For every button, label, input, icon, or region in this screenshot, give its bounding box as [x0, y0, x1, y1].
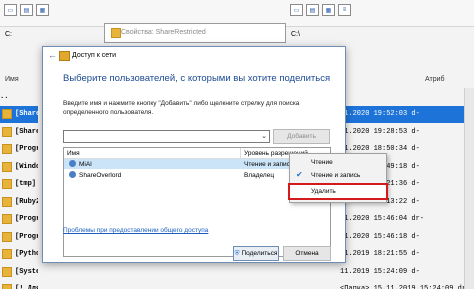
file-row[interactable]: [! Для обмена]	[0, 281, 38, 289]
right-toolbar-icons: ▭ ▤ ▦ ≡	[290, 4, 351, 18]
menu-item-remove[interactable]: Удалить	[288, 183, 388, 200]
drive-icon[interactable]: ▭	[4, 4, 17, 16]
back-arrow-icon[interactable]: ←	[48, 50, 57, 60]
file-row[interactable]: [Progr	[0, 211, 38, 229]
properties-title: Свойства: ShareRestricted	[121, 29, 206, 36]
user-name: MiAl	[79, 161, 92, 168]
menu-item-label: Чтение	[311, 159, 333, 166]
column-divider	[240, 148, 241, 158]
file-row[interactable]: [tmp]	[0, 176, 38, 194]
user-icon	[69, 160, 76, 167]
share-icon	[59, 51, 70, 61]
folder-icon	[2, 109, 12, 120]
menu-item-label: Удалить	[311, 188, 336, 195]
right-attr-header[interactable]: Атриб	[425, 76, 445, 87]
folder-icon	[2, 126, 12, 137]
folder-icon	[2, 214, 12, 225]
dialog-title: Доступ к сети	[72, 52, 117, 59]
view-icon[interactable]: ▦	[36, 4, 49, 16]
dialog-description: Введите имя и нажмите кнопку "Добавить" …	[63, 100, 300, 116]
file-name: [Windo	[15, 162, 38, 171]
user-permission: Владелец	[244, 172, 275, 179]
file-name: [tmp]	[15, 180, 37, 189]
properties-window: Свойства: ShareRestricted	[104, 23, 286, 43]
file-row[interactable]: [Pytho	[0, 246, 38, 264]
file-date: 11.2019 15:24:09 d-	[340, 267, 420, 276]
dialog-heading: Выберите пользователей, с которыми вы хо…	[63, 73, 331, 84]
file-row[interactable]: [Windo	[0, 158, 38, 176]
share-button[interactable]: ⛨ Поделиться	[233, 246, 279, 261]
file-name: [Share	[15, 110, 38, 119]
right-scrollbar[interactable]	[464, 88, 474, 289]
folder-icon	[2, 196, 12, 207]
folder-icon	[2, 284, 12, 289]
dialog-title-bar: ← Доступ к сети	[43, 47, 345, 64]
right-drive-path: C:\	[291, 31, 300, 38]
folder-icon	[2, 266, 12, 277]
folder-icon	[2, 231, 12, 242]
user-name: ShareOverlord	[79, 172, 122, 179]
file-row[interactable]: [Ruby2	[0, 193, 38, 211]
file-row[interactable]: [Progr	[0, 141, 38, 159]
folder-icon	[2, 161, 12, 172]
user-name-combobox[interactable]: ⌄	[63, 130, 270, 143]
menu-item-label: Чтение и запись	[311, 172, 361, 179]
file-date: <Папка> 15.11.2019 15:24:09 dr-	[290, 285, 470, 289]
folder-icon[interactable]: ▤	[306, 4, 319, 16]
folder-icon	[2, 144, 12, 155]
file-row[interactable]: [Share	[0, 123, 38, 141]
drive-icon[interactable]: ▭	[290, 4, 303, 16]
chevron-down-icon[interactable]: ⌄	[261, 132, 267, 140]
file-name: [Pytho	[15, 250, 38, 259]
file-name: [! Для обмена]	[15, 285, 38, 289]
left-toolbar-icons: ▭ ▤ ▦	[4, 4, 49, 18]
file-name: [Progr	[15, 232, 38, 241]
file-row[interactable]: <Папка> 15.11.2019 15:24:09 dr-	[290, 281, 474, 289]
file-name: [Syste	[15, 267, 38, 276]
menu-item-read[interactable]: Чтение	[290, 156, 386, 169]
file-row[interactable]: ..	[0, 88, 38, 106]
file-name: [Progr	[15, 215, 38, 224]
cancel-button[interactable]: Отмена	[283, 246, 331, 261]
file-name: [Share	[15, 127, 38, 136]
view-icon[interactable]: ▦	[322, 4, 335, 16]
user-icon	[69, 171, 76, 178]
menu-separator	[292, 183, 384, 184]
left-file-list: .. [Share [Share [Progr [Windo [tmp] [Ruby2 [Pr…	[0, 88, 38, 289]
checkmark-icon: ✔	[296, 170, 303, 179]
file-name: ..	[0, 92, 9, 101]
name-column-header[interactable]: Имя	[67, 150, 80, 157]
file-row[interactable]: 11.2019 15:24:09 d-	[290, 263, 474, 281]
add-button[interactable]: Добавить	[273, 129, 330, 144]
list-icon[interactable]: ≡	[338, 4, 351, 16]
folder-icon	[2, 249, 12, 260]
share-button-label: Поделиться	[241, 250, 278, 257]
file-row[interactable]: [Syste	[0, 263, 38, 281]
sharing-help-link[interactable]: Проблемы при предоставлении общего досту…	[63, 227, 208, 234]
left-column-header[interactable]: Имя	[5, 76, 19, 87]
shield-icon: ⛨	[234, 249, 240, 257]
folder-icon	[2, 179, 12, 190]
file-row[interactable]: [Share	[0, 105, 38, 123]
user-permission: Чтение и запись	[244, 161, 294, 168]
permission-context-menu: Чтение ✔ Чтение и запись Удалить	[288, 153, 388, 203]
file-row[interactable]: [Progr	[0, 228, 38, 246]
folder-icon	[111, 28, 121, 38]
menu-item-read-write[interactable]: ✔ Чтение и запись	[290, 169, 386, 182]
folder-icon[interactable]: ▤	[20, 4, 33, 16]
file-name: [Progr	[15, 145, 38, 154]
left-drive-path: C:	[5, 31, 12, 38]
file-name: [Ruby2	[15, 197, 38, 206]
